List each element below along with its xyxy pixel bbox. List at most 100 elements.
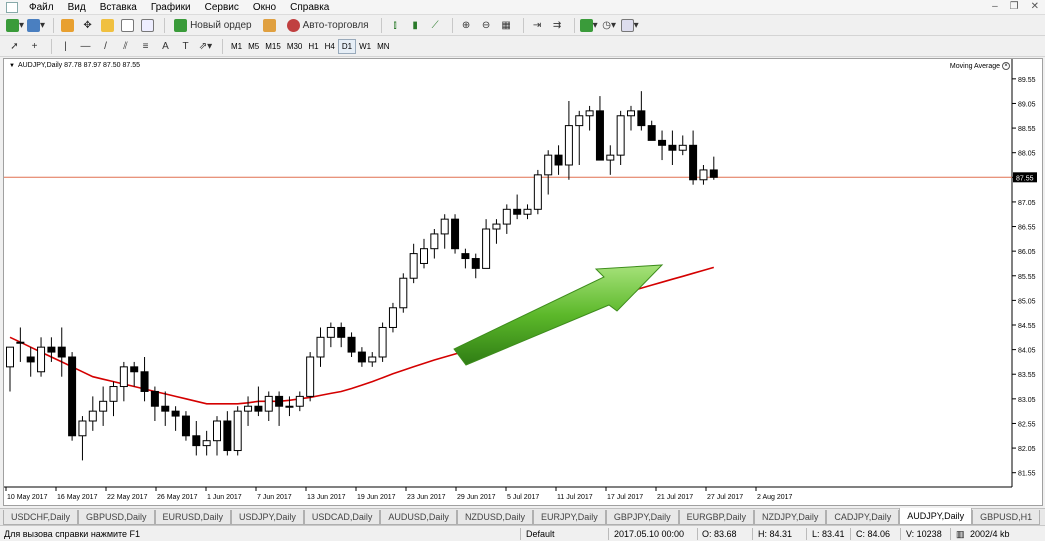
zoom-in-button[interactable]: ⊕ <box>458 17 475 34</box>
tf-h1[interactable]: H1 <box>305 39 321 54</box>
tab-gbpusd-h1[interactable]: GBPUSD,H1 <box>972 510 1041 525</box>
profiles-button[interactable]: ▾ <box>27 17 45 34</box>
tf-m30[interactable]: M30 <box>284 39 306 54</box>
candle-body <box>26 356 35 363</box>
candle-body <box>264 395 273 412</box>
templates-button[interactable]: ▾ <box>620 17 639 34</box>
indicators-button[interactable]: ▾ <box>579 17 598 34</box>
candle-body <box>471 258 480 269</box>
zoom-out-button[interactable]: ⊖ <box>478 17 495 34</box>
clock-icon: ◷ <box>602 19 611 31</box>
navigator-button[interactable] <box>99 17 116 34</box>
candle-body <box>647 125 656 141</box>
close-icon[interactable]: ✕ <box>1031 1 1039 12</box>
new-order-button[interactable]: Новый ордер <box>170 17 256 34</box>
line-chart-button[interactable]: ⟋ <box>427 17 444 34</box>
tf-m15[interactable]: M15 <box>262 39 284 54</box>
new-chart-icon <box>6 18 19 32</box>
chart-header: ▼ AUDJPY,Daily 87.78 87.97 87.50 87.55 <box>9 62 140 69</box>
menu-window[interactable]: Окно <box>246 2 283 13</box>
chart-shift-button[interactable]: ⇥ <box>529 17 546 34</box>
bar-chart-button[interactable]: ⫾ <box>387 17 404 34</box>
horizontal-line-tool[interactable]: — <box>77 38 94 55</box>
y-tick-label: 82.05 <box>1018 446 1036 453</box>
tab-audusd[interactable]: AUDUSD,Daily <box>380 510 457 525</box>
terminal-button[interactable] <box>119 17 136 34</box>
channel-tool[interactable]: ⫽ <box>117 38 134 55</box>
restore-icon[interactable]: ❐ <box>1010 1 1019 12</box>
candlestick-icon: ▮ <box>412 19 418 31</box>
chart-window[interactable]: 89.55 89.05 88.55 88.05 87.55 87.05 86.55 86.05… <box>3 58 1043 506</box>
tf-h4[interactable]: H4 <box>322 39 338 54</box>
candle-body <box>388 307 397 328</box>
candle-body <box>37 346 46 373</box>
autoscroll-icon: ⇉ <box>552 19 562 31</box>
tf-w1[interactable]: W1 <box>356 39 374 54</box>
tab-usdcad[interactable]: USDCAD,Daily <box>303 510 381 525</box>
status-profile[interactable]: Default <box>526 529 555 539</box>
menu-charts[interactable]: Графики <box>144 2 198 13</box>
y-tick-label: 84.05 <box>1018 348 1036 355</box>
cursor-tool[interactable]: ➚ <box>6 38 23 55</box>
tab-usdjpy[interactable]: USDJPY,Daily <box>231 510 304 525</box>
candle-body <box>223 420 232 452</box>
candle-body <box>378 326 387 358</box>
tab-eurjpy[interactable]: EURJPY,Daily <box>532 510 606 525</box>
trendline-tool[interactable]: / <box>97 38 114 55</box>
candle-body <box>368 356 377 363</box>
tester-button[interactable] <box>139 17 156 34</box>
indicator-label[interactable]: Moving Average × <box>950 62 1010 70</box>
market-watch-icon <box>61 18 75 32</box>
tab-cadjpy[interactable]: CADJPY,Daily <box>826 510 900 525</box>
chart-canvas[interactable]: 89.55 89.05 88.55 88.05 87.55 87.05 86.55 86.05… <box>4 59 1042 505</box>
tab-nzdjpy[interactable]: NZDJPY,Daily <box>754 510 827 525</box>
tf-m1[interactable]: M1 <box>228 39 245 54</box>
tf-m5[interactable]: M5 <box>245 39 262 54</box>
market-watch-button[interactable] <box>59 17 76 34</box>
tab-audjpy[interactable]: AUDJPY,Daily <box>899 508 973 525</box>
new-chart-button[interactable]: ▾ <box>6 17 24 34</box>
tf-mn[interactable]: MN <box>374 39 392 54</box>
tile-windows-button[interactable]: ▦ <box>498 17 515 34</box>
tab-eurusd[interactable]: EURUSD,Daily <box>154 510 232 525</box>
tab-eurgbp[interactable]: EURGBP,Daily <box>678 510 755 525</box>
menu-tools[interactable]: Сервис <box>198 2 246 13</box>
candle-body <box>57 346 66 358</box>
tf-d1[interactable]: D1 <box>337 38 357 54</box>
candle-body <box>337 326 346 338</box>
periods-button[interactable]: ◷ ▾ <box>601 17 618 34</box>
text-tool[interactable]: A <box>157 38 174 55</box>
candlestick-button[interactable]: ▮ <box>407 17 424 34</box>
tab-usdchf[interactable]: USDCHF,Daily <box>3 510 79 525</box>
menu-insert[interactable]: Вставка <box>93 2 144 13</box>
y-tick-label: 87.05 <box>1018 200 1036 207</box>
metaeditor-button[interactable] <box>259 17 280 34</box>
candle-body <box>606 154 615 161</box>
tab-gbpjpy[interactable]: GBPJPY,Daily <box>605 510 679 525</box>
minimize-icon[interactable]: – <box>992 1 998 12</box>
vertical-line-tool[interactable]: | <box>57 38 74 55</box>
data-window-button[interactable]: ✥ <box>79 17 96 34</box>
autoscroll-button[interactable]: ⇉ <box>549 17 566 34</box>
vertical-line-icon: | <box>64 40 67 52</box>
crosshair-tool[interactable]: + <box>26 38 43 55</box>
chart-shift-icon: ⇥ <box>532 19 542 31</box>
candle-body <box>16 341 25 344</box>
candle-body <box>68 356 77 437</box>
menu-help[interactable]: Справка <box>283 2 336 13</box>
tab-nzdusd[interactable]: NZDUSD,Daily <box>456 510 533 525</box>
trend-arrow <box>453 264 664 366</box>
menu-file[interactable]: Файл <box>22 2 61 13</box>
fibonacci-tool[interactable]: ≡ <box>137 38 154 55</box>
menu-view[interactable]: Вид <box>61 2 93 13</box>
candle-body <box>575 115 584 127</box>
label-tool[interactable]: T <box>177 38 194 55</box>
x-tick-label: 23 Jun 2017 <box>407 494 446 501</box>
autotrading-button[interactable]: Авто-торговля <box>283 17 373 34</box>
close-indicator-icon[interactable]: × <box>1002 62 1010 70</box>
candle-body <box>285 405 294 408</box>
candle-body <box>326 326 335 338</box>
arrows-tool[interactable]: ⇗▾ <box>197 38 214 55</box>
candle-body <box>492 223 501 230</box>
tab-gbpusd[interactable]: GBPUSD,Daily <box>78 510 155 525</box>
